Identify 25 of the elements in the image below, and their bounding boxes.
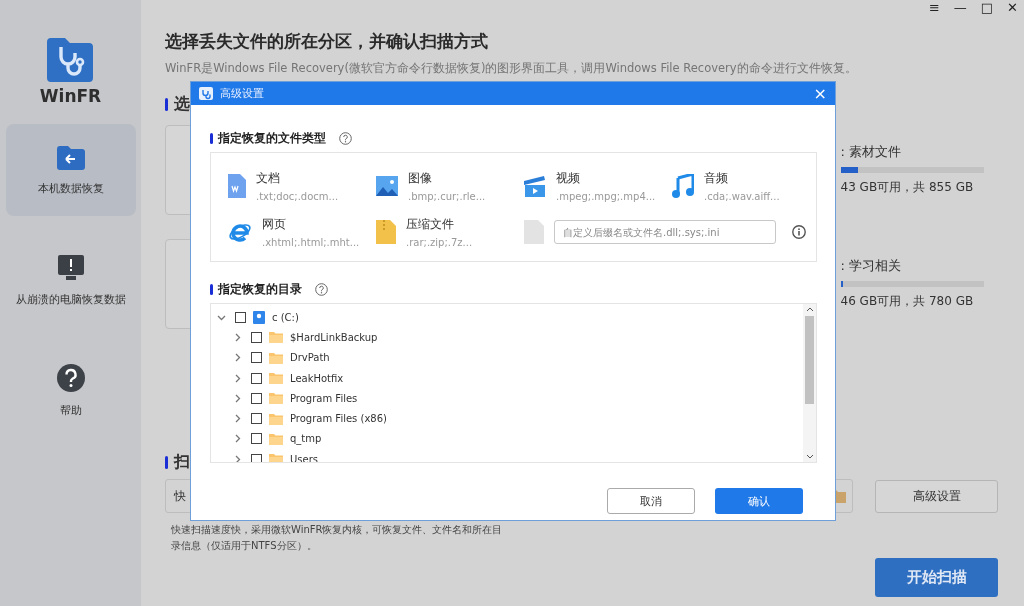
section-heading: 扫 <box>174 452 190 473</box>
app-name: WinFR <box>39 86 102 106</box>
file-type-name: 图像 <box>408 170 433 186</box>
file-extensions: .cda;.wav.aiff... <box>704 190 780 202</box>
file-extensions: .mpeg;.mpg;.mp4... <box>556 190 656 202</box>
drive-label: : 素材文件 <box>840 143 902 161</box>
dialog-title: 高级设置 <box>220 86 265 101</box>
section-heading: 选 <box>174 94 190 115</box>
file-extensions: .rar;.zip;.7z... <box>406 236 473 248</box>
file-extensions: .xhtml;.html;.mht... <box>262 236 360 248</box>
page-title: 选择丢失文件的所在分区，并确认扫描方式 <box>165 30 489 53</box>
scan-description: 快速扫描速度快，采用微软WinFR恢复内核，可恢复文件、文件名和所在目录信息（仅适用于NTFS分区）。 <box>171 523 504 553</box>
file-type-name: 压缩文件 <box>406 216 455 232</box>
file-extensions: .bmp;.cur;.rle... <box>408 190 486 202</box>
file-extensions: .txt;doc;.docm... <box>256 190 339 202</box>
drive-space: 46 GB可用，共 780 GB <box>840 293 975 310</box>
file-type-name: 网页 <box>262 216 287 232</box>
page-subtitle: WinFR是Windows File Recovery(微软官方命令行数据恢复)的图形界面工具，调用Windows File Recovery的命令进行文件恢复。 <box>165 61 858 76</box>
drive-space: 43 GB可用，共 855 GB <box>840 179 975 196</box>
file-type-name: 视频 <box>556 170 581 186</box>
drive-label: : 学习相关 <box>840 257 902 275</box>
section-heading: 指定恢复的目录 <box>218 282 302 297</box>
file-type-name: 文档 <box>256 170 281 186</box>
file-type-name: 音频 <box>704 170 729 186</box>
section-heading: 指定恢复的文件类型 <box>218 131 326 146</box>
